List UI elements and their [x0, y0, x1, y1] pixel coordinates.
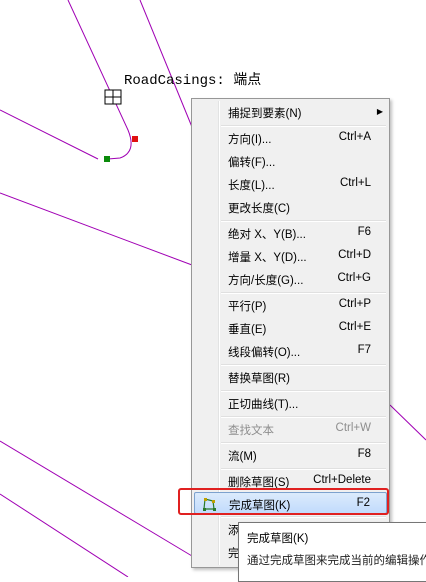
menu-item-absolute-xy[interactable]: 绝对 X、Y(B)... F6: [194, 222, 387, 244]
menu-item-shortcut: Ctrl+E: [338, 321, 371, 333]
menu-item-label: 正切曲线(T)...: [228, 399, 299, 411]
road-line: [0, 192, 193, 266]
snap-crosshair-icon: [104, 89, 122, 105]
snap-tip: RoadCasings: 端点: [124, 73, 262, 89]
menu-item-label: 偏转(F)...: [228, 157, 276, 169]
menu-item-label: 替换草图(R): [228, 373, 290, 385]
tooltip-description: 通过完成草图来完成当前的编辑操作: [247, 555, 426, 567]
menu-item-label: 长度(L)...: [228, 180, 275, 192]
highlight-frame: [178, 488, 389, 515]
menu-item-label: 增量 X、Y(D)...: [228, 252, 307, 264]
menu-item-shortcut: Ctrl+W: [335, 422, 371, 434]
menu-item-replace-sketch[interactable]: 替换草图(R): [194, 366, 387, 388]
menu-item-shortcut: Ctrl+P: [338, 298, 371, 310]
menu-item-delta-xy[interactable]: 增量 X、Y(D)... Ctrl+D: [194, 245, 387, 267]
menu-item-snap-to-feature[interactable]: 捕捉到要素(N) ▶: [194, 101, 387, 123]
menu-item-length[interactable]: 长度(L)... Ctrl+L: [194, 173, 387, 195]
sketch-end-vertex[interactable]: [132, 136, 138, 142]
menu-item-shortcut: Ctrl+D: [338, 249, 371, 261]
menu-item-label: 平行(P): [228, 301, 267, 313]
menu-item-label: 查找文本: [228, 425, 274, 437]
menu-item-label: 垂直(E): [228, 324, 267, 336]
menu-item-label: 绝对 X、Y(B)...: [228, 229, 306, 241]
menu-item-shortcut: Ctrl+A: [338, 131, 371, 143]
submenu-arrow-icon: ▶: [376, 107, 383, 116]
menu-item-shortcut: Ctrl+G: [337, 272, 371, 284]
tooltip: 完成草图(K) 通过完成草图来完成当前的编辑操作: [238, 522, 426, 582]
menu-item-perpendicular[interactable]: 垂直(E) Ctrl+E: [194, 317, 387, 339]
menu-item-change-length[interactable]: 更改长度(C): [194, 196, 387, 218]
menu-item-stream[interactable]: 流(M) F8: [194, 444, 387, 466]
menu-item-parallel[interactable]: 平行(P) Ctrl+P: [194, 294, 387, 316]
menu-item-label: 线段偏转(O)...: [228, 347, 301, 359]
road-line: [0, 109, 99, 160]
menu-item-direction-length[interactable]: 方向/长度(G)... Ctrl+G: [194, 268, 387, 290]
road-line: [389, 404, 426, 441]
menu-item-direction[interactable]: 方向(I)... Ctrl+A: [194, 127, 387, 149]
menu-item-shortcut: Ctrl+L: [340, 177, 371, 189]
road-line: [139, 0, 193, 128]
tooltip-title: 完成草图(K): [247, 533, 309, 545]
menu-item-label: 方向(I)...: [228, 134, 272, 146]
menu-item-shortcut: Ctrl+Delete: [313, 474, 371, 486]
menu-item-label: 方向/长度(G)...: [228, 275, 304, 287]
menu-item-shortcut: F7: [357, 344, 371, 356]
menu-item-label: 流(M): [228, 451, 257, 463]
menu-item-find-text[interactable]: 查找文本 Ctrl+W: [194, 418, 387, 440]
menu-item-shortcut: F6: [357, 226, 371, 238]
sketch-start-vertex[interactable]: [104, 156, 110, 162]
menu-item-segment-deflection[interactable]: 线段偏转(O)... F7: [194, 340, 387, 362]
menu-item-label: 捕捉到要素(N): [228, 108, 302, 120]
menu-item-deflection[interactable]: 偏转(F)...: [194, 150, 387, 172]
road-line: [67, 0, 132, 160]
menu-item-tangent-curve[interactable]: 正切曲线(T)...: [194, 392, 387, 414]
road-line: [0, 440, 193, 557]
menu-item-label: 更改长度(C): [228, 203, 290, 215]
menu-item-shortcut: F8: [357, 448, 371, 460]
